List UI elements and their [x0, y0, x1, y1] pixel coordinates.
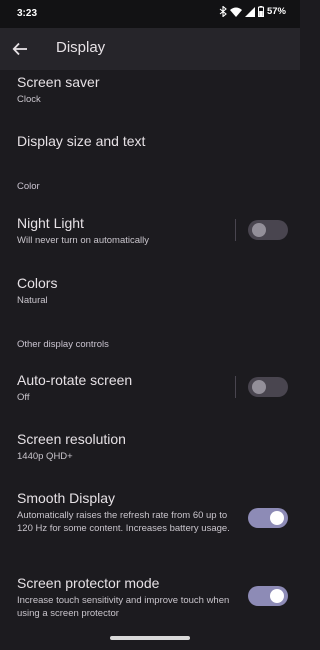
screen-protector-toggle[interactable]	[248, 586, 288, 606]
auto-rotate-item[interactable]: Auto-rotate screen Off	[0, 362, 300, 412]
night-light-item[interactable]: Night Light Will never turn on automatic…	[0, 204, 300, 254]
screen-protector-subtitle: Increase touch sensitivity and improve t…	[17, 595, 230, 619]
screen-saver-title: Screen saver	[17, 74, 100, 90]
smooth-display-title: Smooth Display	[17, 490, 116, 506]
divider	[235, 376, 236, 398]
smooth-display-subtitle: Automatically raises the refresh rate fr…	[17, 510, 230, 534]
smooth-display-item[interactable]: Smooth Display Automatically raises the …	[0, 482, 300, 552]
colors-item[interactable]: Colors Natural	[0, 264, 300, 312]
status-bar: 3:23 57%	[0, 0, 300, 28]
colors-subtitle: Natural	[17, 295, 48, 306]
bluetooth-icon	[219, 6, 227, 17]
auto-rotate-toggle[interactable]	[248, 377, 288, 397]
display-size-title: Display size and text	[17, 133, 146, 149]
night-light-toggle[interactable]	[248, 220, 288, 240]
navigation-handle[interactable]	[110, 636, 190, 640]
display-size-item[interactable]: Display size and text	[0, 120, 300, 162]
status-time: 3:23	[17, 8, 38, 19]
battery-percent: 57%	[266, 6, 286, 17]
status-icons: 57%	[219, 6, 286, 17]
toggle-knob	[270, 511, 284, 525]
screen-saver-subtitle: Clock	[17, 94, 41, 105]
wifi-icon	[229, 7, 242, 17]
screen-resolution-item[interactable]: Screen resolution 1440p QHD+	[0, 422, 300, 468]
section-header-other-display-controls: Other display controls	[17, 339, 109, 350]
arrow-back-icon	[10, 42, 32, 64]
screen-protector-title: Screen protector mode	[17, 575, 160, 591]
night-light-title: Night Light	[17, 215, 84, 231]
back-button[interactable]	[10, 38, 32, 60]
colors-title: Colors	[17, 275, 58, 291]
auto-rotate-subtitle: Off	[17, 392, 30, 403]
smooth-display-toggle[interactable]	[248, 508, 288, 528]
app-bar: Display	[0, 28, 300, 70]
night-light-subtitle: Will never turn on automatically	[17, 235, 149, 246]
toggle-knob	[252, 223, 266, 237]
screen-saver-item[interactable]: Screen saver Clock	[0, 70, 300, 115]
section-header-color: Color	[17, 181, 40, 192]
divider	[235, 219, 236, 241]
cellular-signal-icon	[244, 6, 255, 17]
screen-protector-item[interactable]: Screen protector mode Increase touch sen…	[0, 567, 300, 623]
page-title: Display	[56, 39, 106, 56]
screen-resolution-title: Screen resolution	[17, 431, 126, 447]
battery-icon	[257, 6, 264, 17]
auto-rotate-title: Auto-rotate screen	[17, 372, 133, 388]
toggle-knob	[270, 589, 284, 603]
screen-resolution-subtitle: 1440p QHD+	[17, 451, 73, 462]
toggle-knob	[252, 380, 266, 394]
